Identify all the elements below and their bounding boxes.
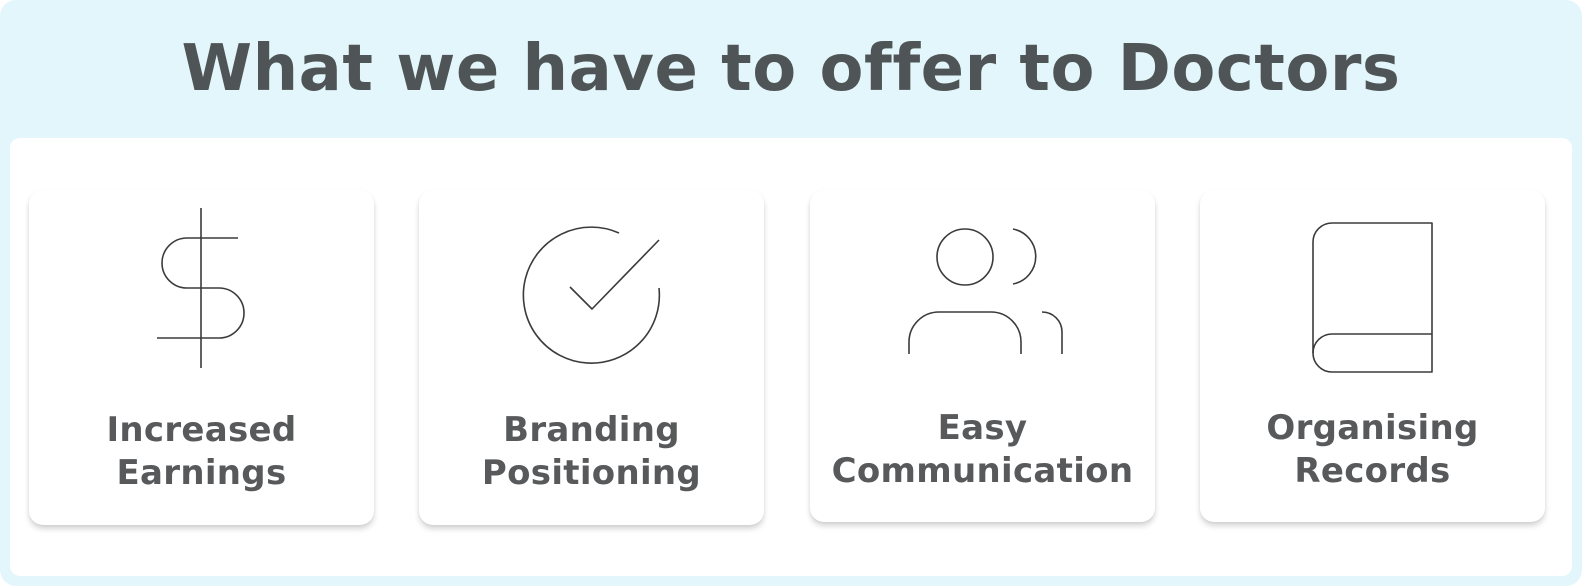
card-label-line: Communication xyxy=(831,451,1134,491)
card-label-line: Records xyxy=(1294,451,1451,491)
check-circle-icon xyxy=(522,226,661,364)
card-label-line: Branding xyxy=(503,410,680,450)
card-easy-communication: Easy Communication xyxy=(810,190,1155,522)
users-icon xyxy=(908,228,1063,354)
card-label: Organising Records xyxy=(1200,407,1545,493)
book-icon xyxy=(1312,222,1433,373)
page-title: What we have to offer to Doctors xyxy=(181,32,1401,106)
dollar-icon xyxy=(157,208,245,368)
card-label: Branding Positioning xyxy=(419,409,764,495)
card-label-line: Organising xyxy=(1266,408,1479,448)
card-label: Easy Communication xyxy=(810,407,1155,493)
offer-banner: What we have to offer to Doctors Increas… xyxy=(0,0,1582,586)
card-label: Increased Earnings xyxy=(29,409,374,495)
card-label-line: Easy xyxy=(937,408,1028,448)
card-branding-positioning: Branding Positioning xyxy=(419,190,764,525)
card-label-line: Earnings xyxy=(116,453,287,493)
card-organising-records: Organising Records xyxy=(1200,190,1545,522)
card-label-line: Positioning xyxy=(481,453,702,493)
card-label-line: Increased xyxy=(106,410,297,450)
card-increased-earnings: Increased Earnings xyxy=(29,190,374,525)
